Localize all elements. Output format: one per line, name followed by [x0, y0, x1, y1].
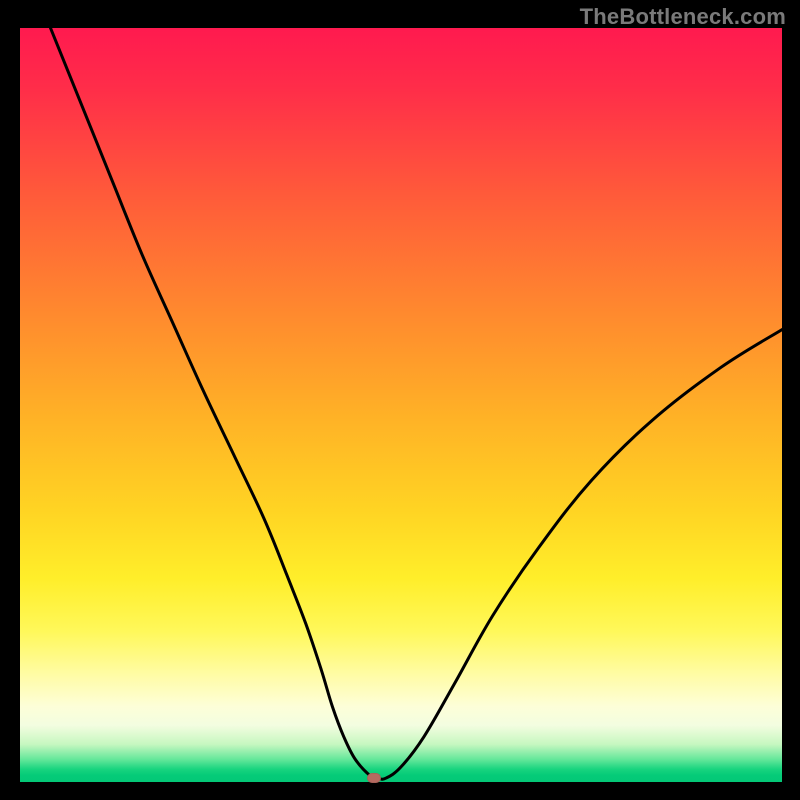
watermark-text: TheBottleneck.com [580, 4, 786, 30]
bottleneck-curve [20, 28, 782, 782]
gradient-plot-area [20, 28, 782, 782]
chart-frame: TheBottleneck.com [0, 0, 800, 800]
optimal-point-marker [367, 773, 381, 783]
